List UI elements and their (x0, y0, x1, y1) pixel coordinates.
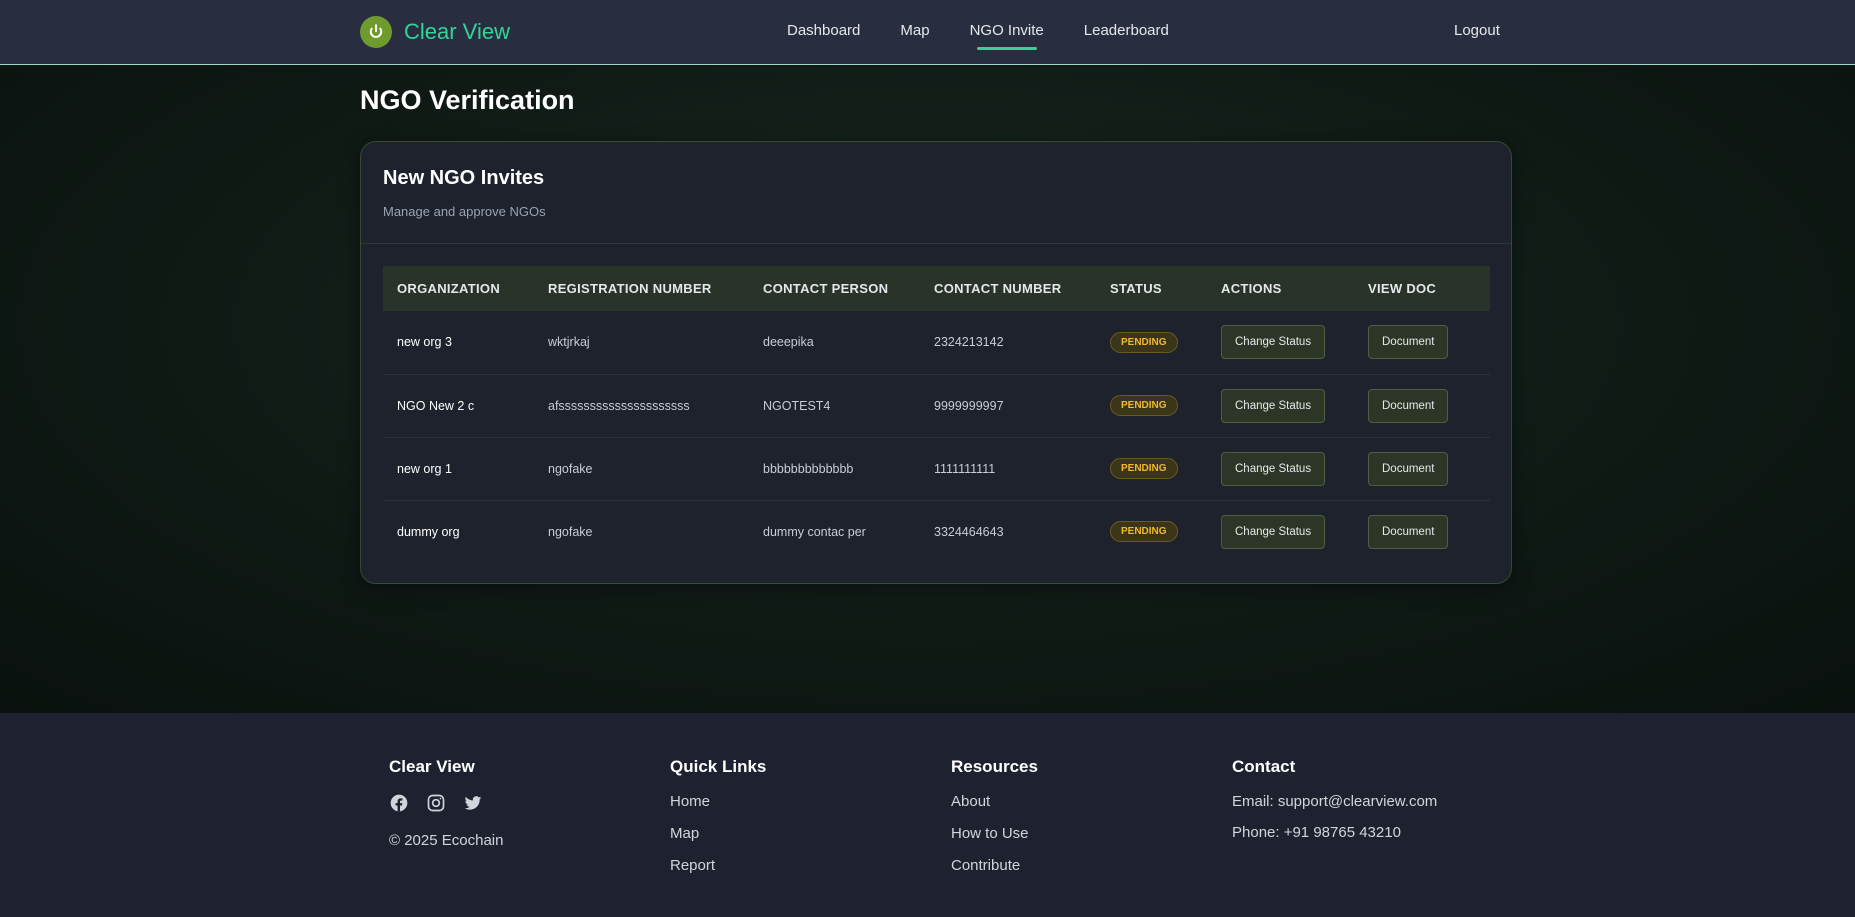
contact-phone: Phone: +91 98765 43210 (1232, 824, 1401, 841)
footer-link-report[interactable]: Report (670, 857, 766, 874)
table-header-row: ORGANIZATION REGISTRATION NUMBER CONTACT… (383, 266, 1490, 311)
cell-organization: new org 3 (383, 311, 534, 375)
cell-registration: ngofake (548, 524, 593, 539)
cell-registration: wktjrkaj (534, 311, 749, 375)
brand[interactable]: Clear View (360, 16, 510, 48)
footer-brand-column: Clear View © 2025 Ecochain (389, 757, 503, 849)
main-content: NGO Verification New NGO Invites Manage … (0, 66, 1855, 713)
status-badge: PENDING (1110, 331, 1178, 353)
cell-view-doc: Document (1354, 311, 1490, 375)
header-status: STATUS (1096, 266, 1207, 311)
cell-view-doc: Document (1354, 374, 1490, 438)
cell-organization: dummy org (397, 524, 460, 539)
header-actions: ACTIONS (1207, 266, 1354, 311)
invites-card: New NGO Invites Manage and approve NGOs … (360, 141, 1512, 584)
cell-actions: Change Status (1207, 437, 1354, 501)
cell-contact-person: bbbbbbbbbbbbb (749, 437, 920, 501)
footer-link-about[interactable]: About (951, 793, 1038, 810)
header-organization: ORGANIZATION (383, 266, 534, 311)
footer-link-contribute[interactable]: Contribute (951, 857, 1038, 874)
footer-contact: Contact Email: support@clearview.com Pho… (1232, 757, 1437, 855)
cell-contact-person: deeepika (749, 311, 920, 375)
nav-ngo-invite[interactable]: NGO Invite (970, 22, 1044, 50)
cell-status: PENDING (1096, 311, 1207, 375)
contact-email: Email: support@clearview.com (1232, 793, 1438, 810)
cell-organization: new org 1 (383, 437, 534, 501)
footer-link-how-to-use[interactable]: How to Use (951, 825, 1038, 842)
change-status-button[interactable]: Change Status (1221, 514, 1326, 549)
cell-status: PENDING (1096, 500, 1207, 563)
cell-actions: Change Status (1207, 311, 1354, 375)
footer: Clear View © 2025 Ecochain Quick Links H… (0, 713, 1855, 917)
cell-contact-person: dummy contac per (763, 524, 866, 539)
table-row: dummy org ngofake dummy contac per 33244… (383, 500, 1490, 563)
document-button[interactable]: Document (1368, 451, 1449, 486)
ngo-invites-table: ORGANIZATION REGISTRATION NUMBER CONTACT… (383, 266, 1490, 563)
twitter-icon[interactable] (463, 793, 483, 813)
facebook-icon[interactable] (389, 793, 409, 813)
quick-links-title: Quick Links (670, 757, 767, 776)
document-button[interactable]: Document (1368, 514, 1449, 549)
cell-contact-number: 3324464643 (934, 524, 1004, 539)
page-title: NGO Verification (360, 85, 575, 115)
status-badge: PENDING (1110, 395, 1178, 416)
cell-registration: ngofake (534, 437, 749, 501)
header-registration-number: REGISTRATION NUMBER (534, 266, 749, 311)
card-title: New NGO Invites (383, 167, 545, 189)
document-button[interactable]: Document (1368, 325, 1449, 360)
nav-leaderboard[interactable]: Leaderboard (1084, 22, 1169, 39)
nav-links: Dashboard Map NGO Invite Leaderboard (787, 22, 1209, 50)
cell-view-doc: Document (1354, 437, 1490, 501)
footer-brand-title: Clear View (389, 757, 475, 776)
cell-view-doc: Document (1354, 500, 1490, 563)
cell-contact-number: 9999999997 (920, 374, 1096, 438)
header-contact-number: CONTACT NUMBER (920, 266, 1096, 311)
document-button[interactable]: Document (1368, 388, 1449, 423)
change-status-button[interactable]: Change Status (1221, 388, 1326, 423)
footer-quick-links: Quick Links Home Map Report (670, 757, 766, 889)
resources-title: Resources (951, 757, 1038, 776)
cell-contact-person: NGOTEST4 (749, 374, 920, 438)
contact-title: Contact (1232, 757, 1296, 776)
header-contact-person: CONTACT PERSON (749, 266, 920, 311)
cell-contact-number: 2324213142 (920, 311, 1096, 375)
nav-dashboard[interactable]: Dashboard (787, 22, 860, 39)
brand-name: Clear View (404, 19, 510, 44)
top-navbar: Clear View Dashboard Map NGO Invite Lead… (0, 0, 1855, 65)
status-badge: PENDING (1110, 521, 1178, 543)
card-subtitle: Manage and approve NGOs (383, 204, 546, 219)
change-status-button[interactable]: Change Status (1221, 451, 1326, 486)
status-badge: PENDING (1110, 458, 1178, 479)
cell-status: PENDING (1096, 437, 1207, 501)
table-row: NGO New 2 c afsssssssssssssssssssss NGOT… (383, 374, 1490, 438)
table-row: new org 1 ngofake bbbbbbbbbbbbb 11111111… (383, 437, 1490, 501)
footer-link-home[interactable]: Home (670, 793, 766, 810)
footer-link-map[interactable]: Map (670, 825, 766, 842)
cell-actions: Change Status (1207, 374, 1354, 438)
cell-registration: afsssssssssssssssssssss (534, 374, 749, 438)
change-status-button[interactable]: Change Status (1221, 325, 1326, 360)
logout-button[interactable]: Logout (1454, 22, 1500, 39)
power-icon (360, 16, 392, 48)
card-divider (361, 243, 1511, 244)
instagram-icon[interactable] (426, 793, 446, 813)
cell-actions: Change Status (1207, 500, 1354, 563)
table-row: new org 3 wktjrkaj deeepika 2324213142 P… (383, 311, 1490, 375)
copyright-text: © 2025 Ecochain (389, 832, 504, 849)
cell-organization: NGO New 2 c (383, 374, 534, 438)
header-view-doc: VIEW DOC (1354, 266, 1490, 311)
footer-resources: Resources About How to Use Contribute (951, 757, 1038, 889)
social-links (389, 793, 503, 813)
cell-contact-number: 1111111111 (920, 437, 1096, 501)
cell-status: PENDING (1096, 374, 1207, 438)
nav-map[interactable]: Map (900, 22, 929, 39)
